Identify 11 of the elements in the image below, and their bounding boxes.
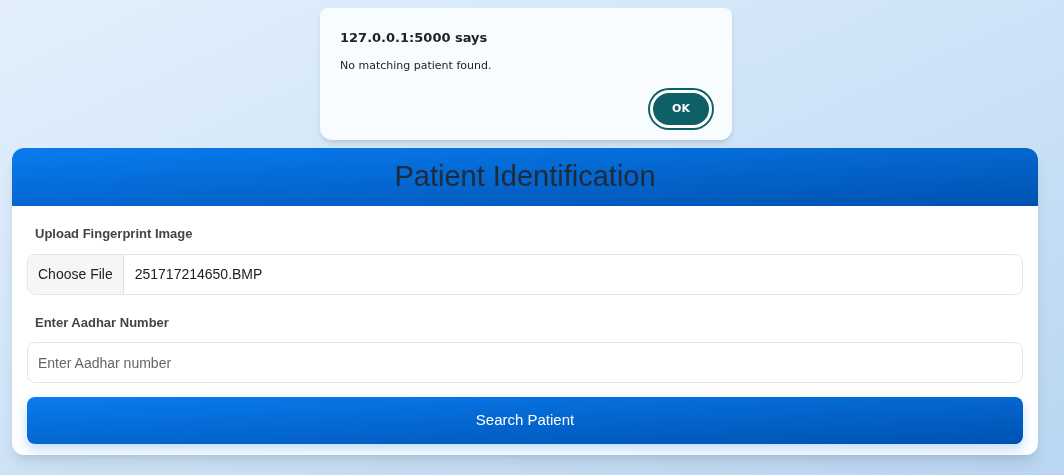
dialog-title: 127.0.0.1:5000 says (340, 29, 489, 47)
choose-file-button[interactable]: Choose File (28, 254, 124, 294)
aadhar-input[interactable]: Enter Aadhar number (27, 342, 1023, 383)
ok-button[interactable]: OK (650, 90, 712, 128)
file-input[interactable]: Choose File 251717214650.BMP (27, 253, 1023, 295)
field-label: Enter Aadhar Number (35, 313, 170, 332)
form-title: Patient Identification (394, 159, 656, 195)
dialog-message: No matching patient found. (340, 57, 493, 74)
file-name: 251717214650.BMP (134, 264, 263, 284)
search-patient-button[interactable]: Search Patient (27, 397, 1023, 444)
field-label: Upload Fingerprint Image (35, 225, 194, 243)
